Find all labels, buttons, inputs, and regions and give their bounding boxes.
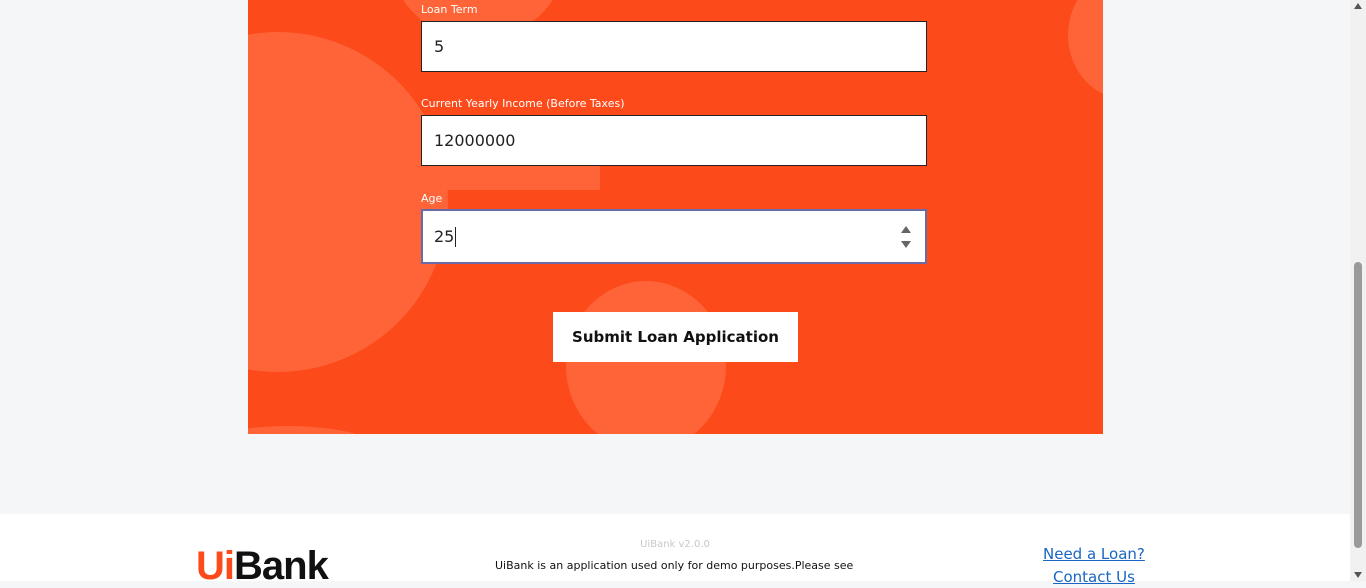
page-scrollbar[interactable] (1350, 0, 1366, 581)
text-caret (455, 226, 457, 247)
contact-us-link[interactable]: Contact Us (1053, 568, 1135, 586)
version-text: UiBank v2.0.0 (640, 539, 710, 550)
scroll-down-icon[interactable] (1354, 572, 1362, 578)
uibank-logo[interactable]: UiBank (196, 544, 329, 588)
decorative-circle-large (248, 32, 448, 372)
logo-bank: Bank (234, 544, 329, 588)
age-input[interactable]: 25 (421, 209, 927, 264)
loan-term-label: Loan Term (421, 3, 478, 16)
spinner-up-icon[interactable] (901, 226, 911, 233)
loan-term-value: 5 (434, 37, 445, 56)
decorative-circle-bottom-left (248, 426, 388, 434)
income-input[interactable]: 12000000 (421, 115, 927, 166)
spinner-down-icon[interactable] (901, 241, 911, 248)
age-value: 25 (434, 227, 455, 246)
income-label: Current Yearly Income (Before Taxes) (421, 97, 625, 110)
number-spinner[interactable] (901, 226, 911, 248)
income-value: 12000000 (434, 131, 516, 150)
age-label: Age (421, 192, 443, 205)
footer: UiBank UiBank v2.0.0 UiBank is an applic… (0, 514, 1350, 588)
logo-ui: Ui (196, 544, 235, 588)
scroll-thumb[interactable] (1354, 262, 1362, 548)
need-loan-link[interactable]: Need a Loan? (1043, 545, 1145, 563)
submit-loan-button[interactable]: Submit Loan Application (553, 312, 798, 362)
loan-term-input[interactable]: 5 (421, 21, 927, 72)
loan-form-panel: Loan Term 5 Current Yearly Income (Befor… (248, 0, 1103, 434)
scroll-up-icon[interactable] (1354, 3, 1362, 9)
decorative-circle-right (1068, 0, 1103, 100)
demo-note: UiBank is an application used only for d… (495, 559, 854, 572)
